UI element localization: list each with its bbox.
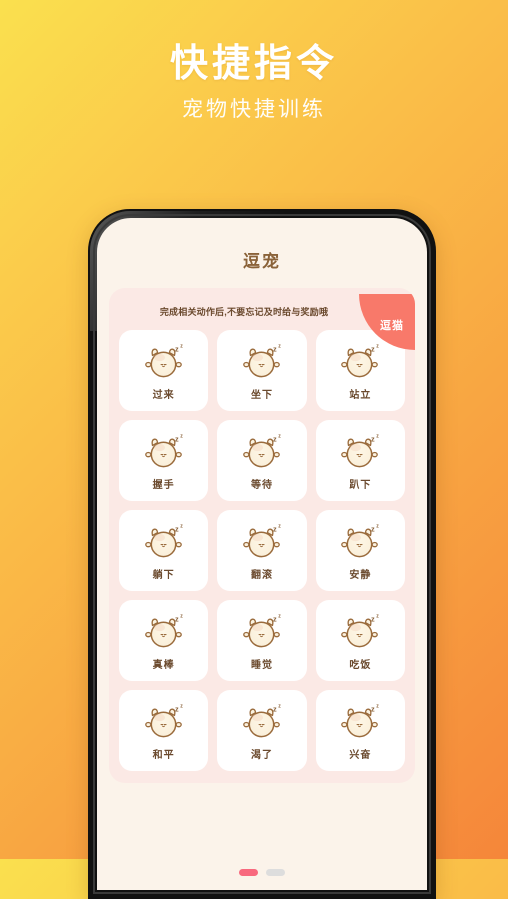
page-subtitle: 宠物快捷训练 xyxy=(182,97,326,121)
hint-text: 完成相关动作后,不要忘记及时给与奖励哦 xyxy=(159,306,329,317)
command-card[interactable]: z z 安静 xyxy=(315,510,405,591)
svg-text:z: z xyxy=(278,343,281,349)
command-label: 真棒 xyxy=(152,659,175,671)
phone-screen: 逗宠 完成相关动作后,不要忘记及时给与奖励哦 逗猫 z z 过来 z z 坐下 … xyxy=(97,218,427,890)
command-label: 睡觉 xyxy=(250,659,273,671)
command-label: 渴了 xyxy=(250,749,273,761)
svg-text:z: z xyxy=(175,434,179,443)
svg-text:z: z xyxy=(371,704,375,713)
svg-text:z: z xyxy=(371,614,375,623)
command-label: 趴下 xyxy=(349,479,372,491)
command-label: 安静 xyxy=(349,569,372,581)
command-card[interactable]: z z 真棒 xyxy=(119,600,209,681)
svg-text:z: z xyxy=(175,344,179,353)
svg-text:z: z xyxy=(371,434,375,443)
hint-row: 完成相关动作后,不要忘记及时给与奖励哦 逗猫 xyxy=(109,294,415,350)
command-card[interactable]: z z 睡觉 xyxy=(217,600,307,681)
sleeping-pet-icon: z z xyxy=(338,611,382,651)
svg-text:z: z xyxy=(377,703,380,709)
svg-text:z: z xyxy=(377,343,380,349)
command-label: 和平 xyxy=(152,749,175,761)
command-card[interactable]: z z 吃饭 xyxy=(315,600,405,681)
command-card[interactable]: z z 兴奋 xyxy=(315,690,405,771)
svg-text:z: z xyxy=(180,523,183,529)
pagination-dot[interactable] xyxy=(266,869,285,876)
command-card[interactable]: z z 握手 xyxy=(119,420,209,501)
sleeping-pet-icon: z z xyxy=(142,341,186,381)
sleeping-pet-icon: z z xyxy=(240,431,284,471)
svg-text:z: z xyxy=(180,613,183,619)
command-label: 等待 xyxy=(250,479,273,491)
sleeping-pet-icon: z z xyxy=(240,341,284,381)
sleeping-pet-icon: z z xyxy=(338,521,382,561)
svg-text:z: z xyxy=(175,704,179,713)
sleeping-pet-icon: z z xyxy=(338,431,382,471)
command-grid: z z 过来 z z 坐下 z z 站立 z z 握手 z z 等待 z z 趴… xyxy=(109,328,415,771)
svg-text:z: z xyxy=(273,434,277,443)
sleeping-pet-icon: z z xyxy=(338,701,382,741)
sleeping-pet-icon: z z xyxy=(240,521,284,561)
svg-text:z: z xyxy=(377,433,380,439)
svg-text:z: z xyxy=(377,523,380,529)
svg-text:z: z xyxy=(377,613,380,619)
command-card[interactable]: z z 坐下 xyxy=(217,330,307,411)
app-bar: 逗宠 xyxy=(97,218,427,280)
command-label: 兴奋 xyxy=(349,749,372,761)
app-title: 逗宠 xyxy=(243,252,281,271)
svg-text:z: z xyxy=(273,344,277,353)
command-label: 站立 xyxy=(349,389,372,401)
command-card[interactable]: z z 过来 xyxy=(119,330,209,411)
svg-text:z: z xyxy=(273,704,277,713)
pagination[interactable] xyxy=(97,869,427,876)
command-label: 躺下 xyxy=(152,569,175,581)
svg-text:z: z xyxy=(278,703,281,709)
sleeping-pet-icon: z z xyxy=(240,611,284,651)
svg-text:z: z xyxy=(371,524,375,533)
sleeping-pet-icon: z z xyxy=(142,611,186,651)
svg-text:z: z xyxy=(273,524,277,533)
sleeping-pet-icon: z z xyxy=(338,341,382,381)
svg-text:z: z xyxy=(278,433,281,439)
command-label: 翻滚 xyxy=(250,569,273,581)
sleeping-pet-icon: z z xyxy=(142,431,186,471)
command-card[interactable]: z z 趴下 xyxy=(315,420,405,501)
command-card[interactable]: z z 渴了 xyxy=(217,690,307,771)
sleeping-pet-icon: z z xyxy=(240,701,284,741)
svg-text:z: z xyxy=(273,614,277,623)
command-card[interactable]: z z 翻滚 xyxy=(217,510,307,591)
pagination-dot[interactable] xyxy=(239,869,258,876)
command-card[interactable]: z z 和平 xyxy=(119,690,209,771)
commands-panel: 完成相关动作后,不要忘记及时给与奖励哦 逗猫 z z 过来 z z 坐下 z z… xyxy=(109,288,415,783)
command-card[interactable]: z z 躺下 xyxy=(119,510,209,591)
command-label: 过来 xyxy=(152,389,175,401)
command-label: 握手 xyxy=(152,479,175,491)
command-label: 坐下 xyxy=(250,389,273,401)
phone-mockup: 逗宠 完成相关动作后,不要忘记及时给与奖励哦 逗猫 z z 过来 z z 坐下 … xyxy=(88,209,436,899)
svg-text:z: z xyxy=(278,613,281,619)
command-label: 吃饭 xyxy=(349,659,372,671)
svg-text:z: z xyxy=(175,524,179,533)
svg-text:z: z xyxy=(180,433,183,439)
svg-text:z: z xyxy=(180,343,183,349)
svg-text:z: z xyxy=(371,344,375,353)
svg-text:z: z xyxy=(175,614,179,623)
page-title: 快捷指令 xyxy=(169,43,338,85)
svg-text:z: z xyxy=(278,523,281,529)
corner-badge-label: 逗猫 xyxy=(380,320,404,332)
sleeping-pet-icon: z z xyxy=(142,521,186,561)
promo-header: 快捷指令 宠物快捷训练 xyxy=(0,0,508,121)
sleeping-pet-icon: z z xyxy=(142,701,186,741)
command-card[interactable]: z z 等待 xyxy=(217,420,307,501)
svg-text:z: z xyxy=(180,703,183,709)
